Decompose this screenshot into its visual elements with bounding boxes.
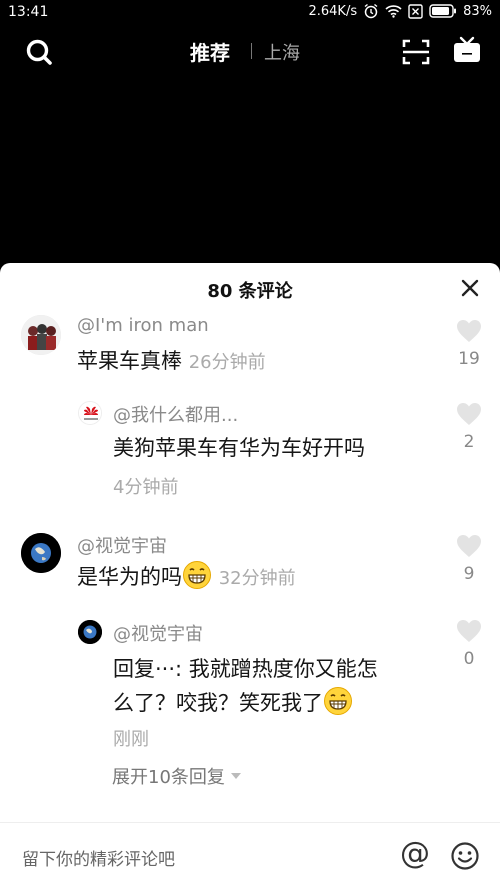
tab-city[interactable]: 上海 bbox=[264, 39, 300, 65]
comment-username[interactable]: @视觉宇宙 bbox=[113, 620, 203, 646]
like-button[interactable]: 0 bbox=[456, 619, 482, 669]
like-count: 2 bbox=[463, 432, 475, 452]
grin-emoji-icon bbox=[183, 561, 211, 589]
comment-body: 是华为的吗 bbox=[77, 565, 182, 589]
heart-icon bbox=[457, 403, 481, 425]
avatar[interactable] bbox=[21, 533, 61, 573]
comment-item: @视觉宇宙 是华为的吗 32分钟前 9 bbox=[0, 530, 500, 610]
search-icon[interactable] bbox=[25, 38, 53, 66]
comment-text: 是华为的吗 32分钟前 bbox=[77, 560, 296, 596]
status-indicators: 2.64K/s 83% bbox=[308, 3, 492, 19]
comment-text: 苹果车真棒 26分钟前 bbox=[77, 344, 266, 380]
like-button[interactable]: 9 bbox=[456, 534, 482, 584]
mention-button[interactable]: @ bbox=[400, 839, 430, 871]
comments-count-title: 80 条评论 bbox=[207, 281, 293, 302]
avatar-image bbox=[21, 533, 61, 573]
comment-body: 苹果车真棒 bbox=[77, 349, 182, 373]
heart-icon bbox=[457, 535, 481, 557]
tab-recommended[interactable]: 推荐 bbox=[190, 37, 230, 66]
like-button[interactable]: 19 bbox=[456, 319, 482, 369]
avatar[interactable] bbox=[21, 315, 61, 355]
sheet-header: 80 条评论 bbox=[0, 263, 500, 313]
comment-body-line1: 回复···: 我就蹭热度你又能怎 bbox=[113, 657, 378, 681]
comment-time: 4分钟前 bbox=[113, 477, 179, 498]
battery-percent: 83% bbox=[463, 3, 492, 19]
avatar-image bbox=[79, 402, 101, 424]
comment-time: 32分钟前 bbox=[218, 568, 296, 589]
reply-item: @我什么都用... 美狗苹果车有华为车好开吗 4分钟前 2 bbox=[0, 398, 500, 508]
like-button[interactable]: 2 bbox=[456, 402, 482, 452]
close-icon[interactable] bbox=[460, 278, 480, 298]
comment-input[interactable]: 留下你的精彩评论吧 bbox=[22, 845, 175, 870]
status-time: 13:41 bbox=[8, 4, 49, 20]
comment-body-line2: 么了？咬我？笑死我了 bbox=[113, 691, 323, 715]
alarm-icon bbox=[364, 3, 378, 19]
top-nav: 推荐 上海 bbox=[0, 26, 500, 78]
expand-replies-label: 展开10条回复 bbox=[112, 767, 225, 788]
comment-body: 美狗苹果车有华为车好开吗 bbox=[113, 436, 365, 460]
comments-sheet: 80 条评论 @I'm iron man 苹果车真棒 26分钟前 19 @我什么… bbox=[0, 263, 500, 888]
chevron-down-icon bbox=[230, 773, 241, 779]
avatar[interactable] bbox=[78, 620, 102, 644]
sim-icon bbox=[408, 3, 423, 19]
like-count: 9 bbox=[463, 564, 475, 584]
wifi-icon bbox=[385, 5, 402, 18]
status-bar: 13:41 2.64K/s 83% bbox=[0, 0, 500, 26]
grin-emoji-icon bbox=[324, 687, 352, 715]
network-speed: 2.64K/s bbox=[308, 3, 358, 19]
battery-icon bbox=[429, 4, 457, 18]
comment-time: 刚刚 bbox=[113, 729, 149, 750]
emoji-picker-icon[interactable] bbox=[450, 841, 480, 871]
like-count: 19 bbox=[458, 349, 480, 369]
avatar-image bbox=[21, 315, 61, 355]
comment-text: 么了？咬我？笑死我了 bbox=[113, 686, 353, 720]
comment-username[interactable]: @视觉宇宙 bbox=[77, 532, 167, 558]
comment-username[interactable]: @I'm iron man bbox=[77, 315, 209, 336]
like-count: 0 bbox=[463, 649, 475, 669]
tv-icon[interactable] bbox=[452, 35, 482, 65]
avatar[interactable] bbox=[78, 401, 102, 425]
reply-item: @视觉宇宙 回复···: 我就蹭热度你又能怎 么了？咬我？笑死我了 刚刚 0 bbox=[0, 617, 500, 757]
comment-input-bar: 留下你的精彩评论吧 @ bbox=[0, 822, 500, 888]
nav-divider bbox=[251, 43, 252, 59]
expand-replies-button[interactable]: 展开10条回复 bbox=[112, 763, 241, 789]
scan-icon[interactable] bbox=[402, 39, 430, 65]
comment-username[interactable]: @我什么都用... bbox=[113, 401, 238, 427]
heart-icon bbox=[457, 320, 481, 342]
avatar-image bbox=[78, 620, 102, 644]
heart-icon bbox=[457, 620, 481, 642]
comment-time: 26分钟前 bbox=[188, 352, 266, 373]
comment-item: @I'm iron man 苹果车真棒 26分钟前 19 bbox=[0, 313, 500, 393]
